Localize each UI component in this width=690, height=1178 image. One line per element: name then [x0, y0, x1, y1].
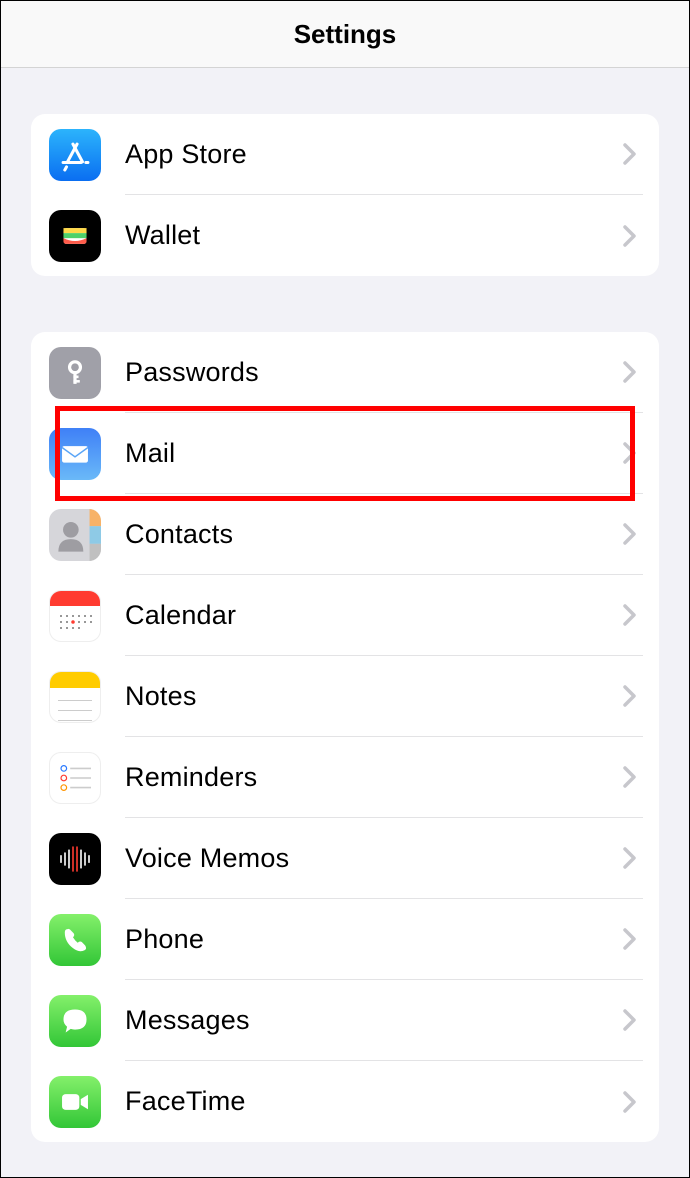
chevron-right-icon	[623, 685, 637, 707]
voicememos-icon	[49, 833, 101, 885]
mail-icon	[49, 428, 101, 480]
row-calendar[interactable]: Calendar	[31, 575, 659, 656]
contacts-icon	[49, 509, 101, 561]
messages-icon	[49, 995, 101, 1047]
row-wallet[interactable]: Wallet	[31, 195, 659, 276]
chevron-right-icon	[623, 604, 637, 626]
row-contacts[interactable]: Contacts	[31, 494, 659, 575]
row-label: Reminders	[125, 762, 623, 793]
row-label: Mail	[125, 438, 623, 469]
row-notes[interactable]: Notes	[31, 656, 659, 737]
row-label: Wallet	[125, 220, 623, 251]
row-label: Passwords	[125, 357, 623, 388]
phone-icon	[49, 914, 101, 966]
row-label: Messages	[125, 1005, 623, 1036]
header: Settings	[1, 1, 689, 68]
chevron-right-icon	[623, 1091, 637, 1113]
row-passwords[interactable]: Passwords	[31, 332, 659, 413]
row-label: Calendar	[125, 600, 623, 631]
chevron-right-icon	[623, 361, 637, 383]
chevron-right-icon	[623, 847, 637, 869]
page-title: Settings	[294, 19, 397, 50]
row-voice-memos[interactable]: Voice Memos	[31, 818, 659, 899]
row-label: Phone	[125, 924, 623, 955]
chevron-right-icon	[623, 523, 637, 545]
chevron-right-icon	[623, 1009, 637, 1031]
settings-section-store: App Store Wallet	[31, 114, 659, 276]
facetime-icon	[49, 1076, 101, 1128]
reminders-icon	[49, 752, 101, 804]
row-label: Voice Memos	[125, 843, 623, 874]
appstore-icon	[49, 129, 101, 181]
settings-section-apps: Passwords Mail Contacts	[31, 332, 659, 1142]
chevron-right-icon	[623, 928, 637, 950]
row-label: FaceTime	[125, 1086, 623, 1117]
row-reminders[interactable]: Reminders	[31, 737, 659, 818]
calendar-icon	[49, 590, 101, 642]
chevron-right-icon	[623, 143, 637, 165]
row-label: Notes	[125, 681, 623, 712]
key-icon	[49, 347, 101, 399]
row-phone[interactable]: Phone	[31, 899, 659, 980]
row-app-store[interactable]: App Store	[31, 114, 659, 195]
wallet-icon	[49, 210, 101, 262]
row-messages[interactable]: Messages	[31, 980, 659, 1061]
row-mail[interactable]: Mail	[31, 413, 659, 494]
chevron-right-icon	[623, 766, 637, 788]
chevron-right-icon	[623, 442, 637, 464]
notes-icon	[49, 671, 101, 723]
row-label: App Store	[125, 139, 623, 170]
row-facetime[interactable]: FaceTime	[31, 1061, 659, 1142]
chevron-right-icon	[623, 225, 637, 247]
row-label: Contacts	[125, 519, 623, 550]
